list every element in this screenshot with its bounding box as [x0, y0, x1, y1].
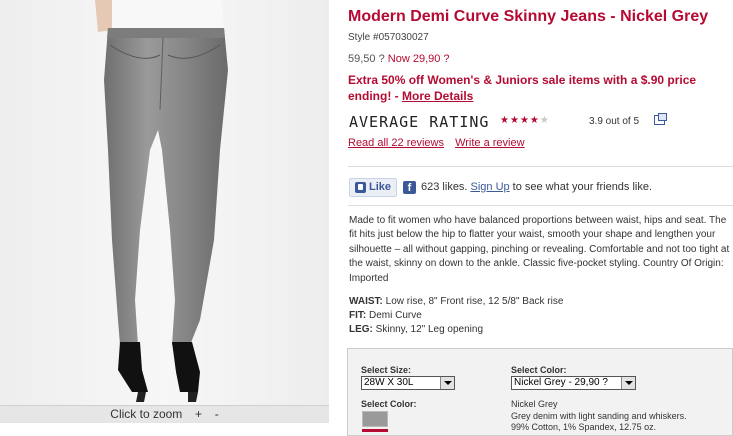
rating-text: 3.9 out of 5 — [589, 116, 640, 127]
promo-message: Extra 50% off Women's & Juniors sale ite… — [348, 72, 733, 104]
spec-fit: FIT: Demi Curve — [349, 310, 422, 321]
spec-leg: LEG: Skinny, 12" Leg opening — [349, 324, 484, 335]
color-fabric: 99% Cotton, 1% Spandex, 12.75 oz. — [511, 422, 657, 432]
promo-text: Extra 50% off Women's & Juniors sale ite… — [348, 73, 697, 103]
price-line: 59,50 ? Now 29,90 ? — [348, 53, 450, 65]
size-select[interactable]: 28W X 30L — [361, 376, 455, 390]
star-filled-icon: ★ — [529, 115, 540, 126]
selected-swatch-indicator — [362, 429, 388, 432]
more-details-link[interactable]: More Details — [402, 89, 473, 103]
divider — [348, 166, 733, 167]
zoom-in-button[interactable]: + — [195, 407, 202, 421]
facebook-like-row: Like f 623 likes. Sign Up to see what yo… — [349, 177, 652, 197]
jeans-illustration — [0, 0, 329, 405]
likes-suffix: to see what your friends like. — [512, 181, 653, 193]
size-label: Select Size: — [361, 365, 412, 375]
selection-panel: Select Size: 28W X 30L Select Color: Nic… — [347, 348, 733, 436]
popup-window-icon[interactable] — [654, 113, 667, 125]
facebook-like-button[interactable]: Like — [349, 177, 398, 197]
star-empty-icon: ★ — [539, 115, 550, 126]
divider — [348, 205, 733, 206]
color-info: Nickel Grey Grey denim with light sandin… — [511, 399, 687, 434]
review-links: Read all 22 reviews Write a review — [348, 137, 533, 149]
facebook-icon: f — [403, 180, 417, 194]
chevron-down-icon[interactable] — [440, 377, 454, 389]
facebook-signup-link[interactable]: Sign Up — [471, 181, 510, 193]
like-label: Like — [369, 181, 392, 193]
sale-price: Now 29,90 ? — [387, 53, 450, 65]
style-number: Style #057030027 — [348, 32, 429, 43]
read-reviews-link[interactable]: Read all 22 reviews — [348, 137, 444, 149]
product-description: Made to fit women who have balanced prop… — [349, 215, 730, 284]
star-filled-icon: ★ — [519, 115, 530, 126]
color-description: Grey denim with light sanding and whiske… — [511, 410, 687, 421]
size-value: 28W X 30L — [364, 377, 414, 388]
swatch-label: Select Color: — [361, 399, 417, 409]
average-rating-label: AVERAGE RATING — [349, 113, 490, 131]
zoom-out-button[interactable]: - — [215, 407, 219, 421]
zoom-label[interactable]: Click to zoom — [110, 407, 182, 421]
spec-waist: WAIST: Low rise, 8" Front rise, 12 5/8" … — [349, 296, 564, 307]
star-filled-icon: ★ — [509, 115, 520, 126]
color-name: Nickel Grey — [511, 399, 558, 409]
product-title: Modern Demi Curve Skinny Jeans - Nickel … — [348, 8, 709, 25]
product-image[interactable] — [0, 0, 329, 405]
color-value: Nickel Grey - 29,90 ? — [514, 377, 608, 388]
thumbs-up-icon — [355, 181, 366, 193]
write-review-link[interactable]: Write a review — [455, 137, 524, 149]
chevron-down-icon[interactable] — [621, 377, 635, 389]
color-select-label: Select Color: — [511, 365, 567, 375]
product-specs: WAIST: Low rise, 8" Front rise, 12 5/8" … — [349, 295, 563, 337]
rating-stars: ★★★★★ — [500, 115, 550, 126]
zoom-bar[interactable]: Click to zoom + - — [0, 405, 329, 423]
original-price: 59,50 ? — [348, 53, 385, 65]
color-select[interactable]: Nickel Grey - 29,90 ? — [511, 376, 636, 390]
star-filled-icon: ★ — [500, 115, 510, 126]
likes-count: 623 likes. — [421, 181, 468, 193]
color-swatch-nickel-grey[interactable] — [362, 411, 388, 427]
rating-row: AVERAGE RATING ★★★★★ 3.9 out of 5 — [348, 113, 733, 133]
